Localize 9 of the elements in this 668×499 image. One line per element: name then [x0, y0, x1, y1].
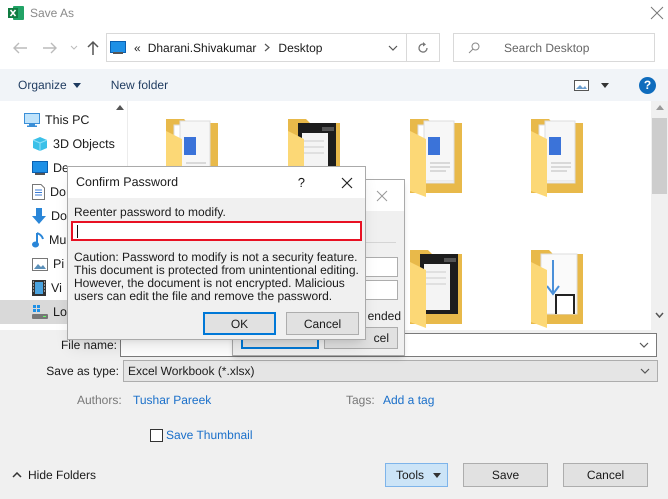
window-title: Save As — [30, 5, 74, 22]
tags-label: Tags: — [346, 392, 376, 409]
prompt-label: Reenter password to modify. — [74, 205, 227, 219]
file-name-label: File name: — [60, 337, 118, 354]
authors-label: Authors: — [77, 392, 123, 409]
save-as-type-label: Save as type: — [45, 363, 120, 380]
checkbox-label: ended — [368, 309, 401, 323]
caution-text: Caution: Password to modify is not a security feature. This document is protected from unintentional editing. However, the document is not encrypted. Malicious users can edit the file and remove the password. — [74, 251, 360, 303]
dialog-title: Confirm Password — [76, 174, 178, 192]
